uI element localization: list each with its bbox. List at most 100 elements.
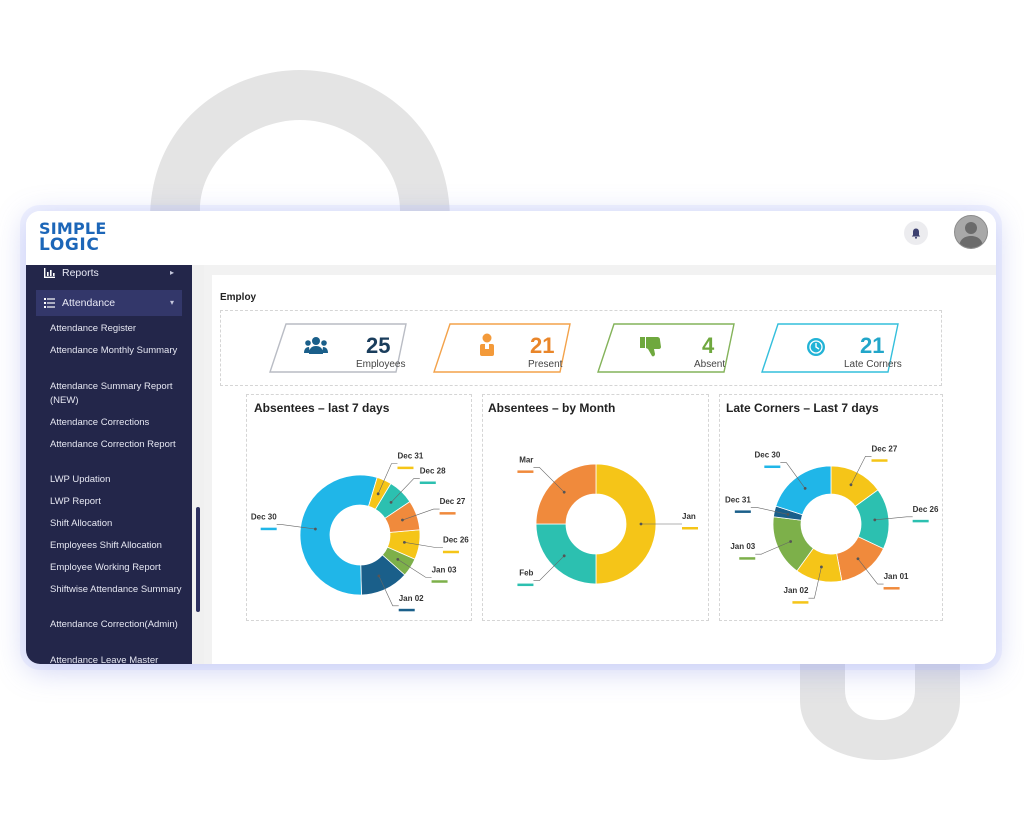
leader-dot (789, 540, 793, 543)
label-color-bar (517, 583, 534, 587)
leader-dot (562, 554, 566, 558)
leader-dot (803, 487, 807, 490)
donut-chart-absentees-month: Jan Feb Mar (517, 455, 698, 587)
slice-label: Mar (519, 455, 533, 464)
sidebar-item-label: Reports (62, 267, 99, 279)
brand-logo[interactable]: SIMPLE LOGIC (39, 221, 106, 254)
stat-label: Late Corners (844, 359, 902, 370)
leader-dot (873, 518, 877, 522)
sidebar-item-attendance[interactable]: Attendance ▾ (36, 290, 182, 316)
stat-value: 21 (860, 333, 885, 358)
sidebar-link-attendance-monthly-summary[interactable]: Attendance Monthly Summary (50, 344, 190, 358)
users-icon (304, 336, 328, 361)
sidebar-link-attendance-leave-master[interactable]: Attendance Leave Master (50, 654, 190, 664)
chart-title: Absentees – by Month (488, 401, 616, 415)
stat-card-absent[interactable]: 4 Absent (596, 323, 746, 373)
thumbs-down-icon (640, 337, 662, 362)
slice-label: Dec 30 (251, 513, 277, 522)
list-icon (42, 296, 56, 310)
stat-card-present[interactable]: 21 Present (432, 323, 582, 373)
user-avatar[interactable] (954, 215, 988, 249)
leader-dot (849, 483, 853, 487)
user-avatar-icon (959, 222, 983, 248)
slice-label: Jan (682, 512, 696, 521)
donut-chart-absentees-7days: Dec 26 Jan 03 Jan 02 Dec 30 Dec 31 Dec 28 Dec … (251, 452, 469, 612)
label-color-bar (419, 481, 436, 485)
chevron-down-icon: ▾ (169, 298, 174, 307)
slice-label: Jan 01 (884, 572, 909, 581)
leader-dot (856, 557, 860, 561)
sidebar-link-attendance-correction-admin[interactable]: Attendance Correction(Admin) (50, 618, 190, 632)
sidebar-link-shift-allocation[interactable]: Shift Allocation (50, 517, 190, 531)
leader-dot (376, 492, 380, 496)
slice-label: Dec 27 (872, 444, 898, 453)
chevron-right-icon: ▸ (169, 268, 174, 277)
leader-dot (786, 513, 790, 516)
stat-label: Absent (694, 359, 726, 370)
leader-dot (396, 557, 400, 561)
scrollbar-thumb[interactable] (196, 507, 200, 612)
sidebar-link-attendance-correction-report[interactable]: Attendance Correction Report (50, 438, 190, 452)
sidebar-item-reports[interactable]: Reports ▸ (36, 265, 182, 286)
slice-dec-30[interactable] (775, 465, 832, 516)
slice-label: Feb (519, 569, 533, 578)
label-color-bar (397, 466, 414, 470)
stat-value: 21 (530, 333, 555, 358)
leader-dot (313, 527, 317, 531)
label-color-bar (682, 527, 698, 530)
label-color-bar (883, 587, 900, 590)
bell-icon (911, 228, 921, 239)
label-color-bar (871, 459, 888, 462)
sidebar-link-attendance-register[interactable]: Attendance Register (50, 322, 190, 336)
chart-title: Late Corners – Last 7 days (726, 401, 879, 415)
label-color-bar (792, 601, 809, 604)
label-color-bar (764, 465, 781, 469)
slice-label: Jan 03 (432, 565, 457, 574)
slice-label: Jan 02 (784, 586, 809, 595)
slice-label: Dec 27 (440, 497, 466, 506)
slice-label: Dec 31 (397, 452, 423, 461)
label-color-bar (442, 550, 459, 554)
label-color-bar (398, 608, 415, 612)
sidebar-link-attendance-summary-report[interactable]: Attendance Summary Report (NEW) (50, 380, 190, 408)
leader-dot (562, 490, 566, 494)
label-color-bar (517, 470, 534, 473)
person-present-icon (478, 333, 496, 362)
stat-value: 25 (366, 333, 391, 358)
sidebar-link-employees-shift-allocation[interactable]: Employees Shift Allocation (50, 539, 190, 553)
sidebar-link-shiftwise-attendance-summary[interactable]: Shiftwise Attendance Summary (50, 583, 190, 597)
sidebar-link-employee-working-report[interactable]: Employee Working Report (50, 561, 190, 575)
label-color-bar (431, 580, 448, 583)
sidebar-link-attendance-corrections[interactable]: Attendance Corrections (50, 416, 190, 430)
sidebar-link-lwp-updation[interactable]: LWP Updation (50, 473, 190, 487)
stat-card-employees[interactable]: 25 Employees (268, 323, 418, 373)
leader-dot (389, 501, 393, 504)
chart-title: Absentees – last 7 days (254, 401, 390, 415)
slice-label: Jan 03 (730, 542, 755, 551)
stat-card-late-corners[interactable]: 21 Late Corners (760, 323, 910, 373)
leader-dot (402, 540, 406, 544)
sidebar: Reports ▸ Attendance ▾ Attendance Regist… (26, 265, 192, 664)
stat-label: Employees (356, 359, 406, 370)
stat-value: 4 (702, 333, 715, 358)
label-color-bar (439, 512, 456, 515)
page-title: Employ (220, 292, 257, 303)
slice-label: Jan 02 (399, 594, 424, 603)
label-color-bar (739, 557, 756, 560)
leader-dot (820, 565, 823, 569)
leader-dot (639, 522, 643, 526)
leader-dot (401, 518, 404, 522)
app-window: SIMPLE LOGIC Reports ▸ Attendance ▾ Atte… (26, 211, 996, 664)
slice-label: Dec 28 (420, 467, 446, 476)
slice-label: Dec 26 (913, 505, 939, 514)
notifications-button[interactable] (904, 221, 928, 245)
bar-chart-icon (42, 266, 56, 280)
label-color-bar (734, 510, 751, 513)
leader-dot (377, 574, 381, 578)
slice-label: Dec 30 (755, 451, 781, 460)
slice-label: Dec 26 (443, 536, 469, 545)
label-color-bar (912, 519, 929, 523)
top-bar: SIMPLE LOGIC (26, 211, 996, 266)
sidebar-link-lwp-report[interactable]: LWP Report (50, 495, 190, 509)
label-color-bar (260, 527, 277, 531)
